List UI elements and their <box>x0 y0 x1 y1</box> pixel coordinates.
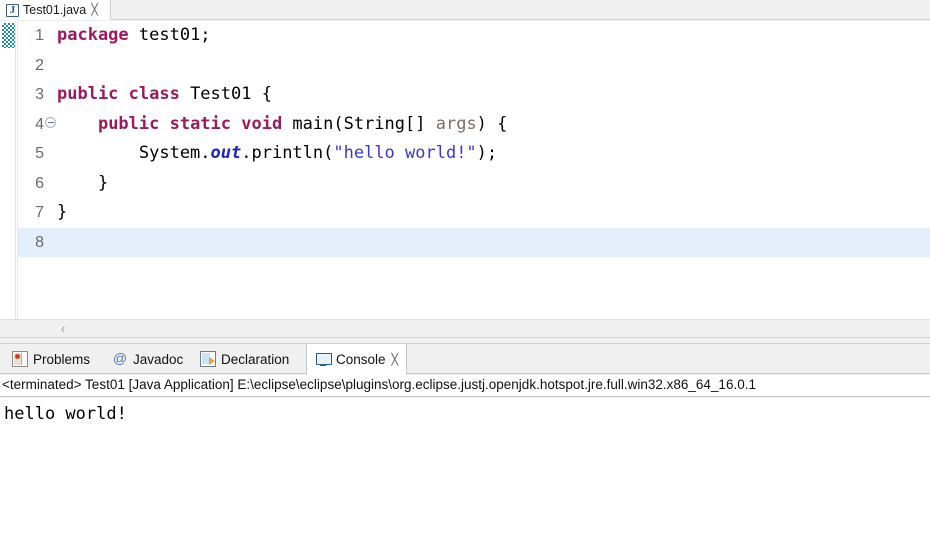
code-line[interactable]: 6 } <box>18 169 930 199</box>
code-line[interactable]: 3 public class Test01 { <box>18 80 930 110</box>
line-number: 5 <box>35 145 44 162</box>
view-tab-declaration[interactable]: Declaration <box>192 344 303 374</box>
fold-collapse-icon[interactable] <box>45 116 56 128</box>
line-number: 4 <box>35 115 44 133</box>
code-token-pln: } <box>57 202 68 222</box>
console-run-status-bar: <terminated> Test01 [Java Application] E… <box>0 375 930 397</box>
code-token-pln: System. <box>57 143 211 163</box>
code-token-pln <box>57 114 98 134</box>
view-tab-javadoc[interactable]: Javadoc <box>104 344 197 374</box>
view-tab-label: Console <box>336 351 386 367</box>
code-line[interactable]: 8 <box>18 227 930 257</box>
line-number: 8 <box>35 233 44 251</box>
code-line-source: System.out.println("hello world!"); <box>57 139 497 169</box>
bottom-view-panel: Problems Javadoc Declaration Console ╳ <term… <box>0 344 930 544</box>
code-text-area[interactable]: 1 package test01; 2 3 public class Test01 {4… <box>18 21 930 319</box>
code-line-source: package test01; <box>57 21 211 51</box>
code-line[interactable]: 7} <box>18 198 930 228</box>
code-token-pln: main(String[] <box>282 113 436 134</box>
code-token-kw: package <box>57 25 129 45</box>
console-output[interactable]: hello world! <box>0 398 930 544</box>
code-line-source: public static void main(String[] args) { <box>57 110 507 140</box>
code-token-pln: ); <box>476 143 498 163</box>
code-token-pln: test01; <box>128 25 211 45</box>
line-number: 2 <box>35 56 44 74</box>
run-status-text: <terminated> Test01 [Java Application] E… <box>2 377 756 392</box>
code-token-pln: Test01 { <box>179 84 272 104</box>
editor-tab-label: Test01.java <box>23 3 87 17</box>
view-tab-console[interactable]: Console ╳ <box>306 344 408 375</box>
code-token-kw: public static void <box>97 113 283 134</box>
code-token-pln: } <box>57 172 109 193</box>
code-token-pln: ) { <box>476 113 508 134</box>
view-tabbar: Problems Javadoc Declaration Console ╳ <box>0 344 930 375</box>
code-line-source: } <box>57 198 67 228</box>
code-token-fld: out <box>210 143 242 163</box>
close-icon[interactable]: ╳ <box>91 4 98 16</box>
view-tab-label: Javadoc <box>133 351 184 367</box>
code-token-prm: args <box>435 113 477 134</box>
java-file-icon <box>6 3 19 18</box>
code-token-kw: public class <box>57 84 180 104</box>
declaration-icon <box>200 351 216 367</box>
chevron-left-icon[interactable]: ‹ <box>56 322 70 336</box>
marker-ruler[interactable] <box>0 21 16 319</box>
line-number: 1 <box>35 27 44 44</box>
editor-tabbar: Test01.java ╳ <box>0 0 930 20</box>
console-icon <box>315 351 332 367</box>
close-icon[interactable]: ╳ <box>392 353 399 366</box>
occurrence-marker-icon <box>2 23 15 48</box>
code-line[interactable]: 1 package test01; <box>18 21 930 51</box>
view-tab-label: Problems <box>33 351 91 367</box>
editor-horizontal-scrollbar[interactable]: ‹ <box>0 319 930 338</box>
eclipse-ide-window: Test01.java ╳ 1 package test01; 2 3 public c… <box>0 0 930 544</box>
line-number: 3 <box>35 86 44 103</box>
hscroll-track[interactable] <box>53 320 930 338</box>
code-line-source: public class Test01 { <box>57 80 272 110</box>
code-token-str: "hello world!" <box>333 143 477 163</box>
view-tab-problems[interactable]: Problems <box>4 344 104 374</box>
code-line[interactable]: 4 public static void main(String[] args)… <box>18 110 930 140</box>
code-line[interactable]: 2 <box>18 51 930 81</box>
javadoc-icon <box>112 349 128 367</box>
line-number: 7 <box>35 204 44 221</box>
code-line-source: } <box>57 169 108 199</box>
editor-tab-test01-java[interactable]: Test01.java ╳ <box>0 0 111 20</box>
editor-console-sash[interactable] <box>0 337 930 344</box>
code-editor[interactable]: 1 package test01; 2 3 public class Test01 {4… <box>0 21 930 319</box>
line-number: 6 <box>35 174 44 192</box>
code-line[interactable]: 5 System.out.println("hello world!"); <box>18 139 930 169</box>
code-token-pln: .println( <box>241 143 334 163</box>
problems-icon <box>12 351 28 367</box>
view-tab-label: Declaration <box>221 351 290 367</box>
